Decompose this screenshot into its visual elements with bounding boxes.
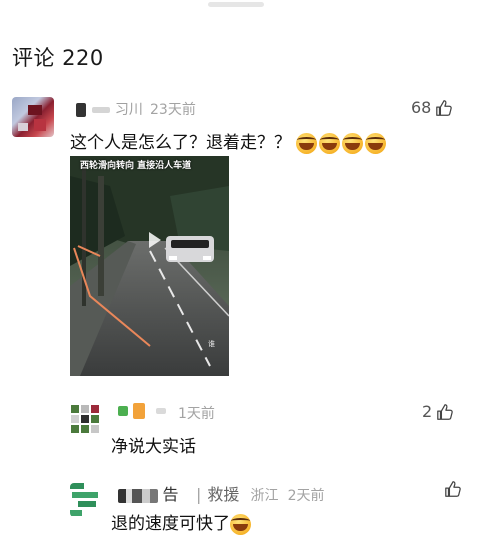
username-text: 习川 [114,102,143,118]
comments-header: 评论 220 [12,46,104,70]
like-button[interactable] [440,480,462,498]
comment-meta: | 救援 浙江 2天前 [190,481,325,505]
comment-text: 净说大实话 [111,437,196,457]
comment-text-content: 这个人是怎么了？退着走？？ [70,133,291,153]
avatar[interactable] [70,404,104,438]
laughing-crying-emoji [365,132,387,154]
laughing-crying-emoji [319,132,341,154]
comment-text-content: 退的速度可快了 [111,514,230,534]
username-text: 告 [162,485,179,504]
avatar[interactable] [12,97,54,137]
avatar[interactable] [70,483,104,517]
comment-username[interactable] [118,403,166,419]
like-button[interactable]: 2 [422,402,454,421]
comment-time: 2天前 [287,488,325,504]
divider: | [196,485,202,504]
thumbs-up-icon [445,481,461,497]
comment-text: 这个人是怎么了？退着走？？ [70,128,388,154]
laughing-crying-emoji [342,132,364,154]
comment-username[interactable]: 习川 [76,99,143,119]
user-badge: 救援 [207,485,240,504]
comment-time: 23天前 [150,102,196,118]
video-caption: 西轮滑向转向 直接沿人车道 [80,161,192,171]
like-button[interactable]: 68 [411,98,453,117]
sheet-drag-handle[interactable] [208,2,264,7]
like-count: 2 [422,402,433,421]
comment-text: 退的速度可快了 [111,509,253,535]
comment-time: 1天前 [178,406,215,422]
svg-text:谁: 谁 [208,339,215,348]
comment-location: 浙江 [250,488,279,504]
comment-username[interactable]: 告 [118,481,178,505]
comment-video-thumbnail[interactable]: 谁 西轮滑向转向 直接沿人车道 [70,156,229,376]
like-count: 68 [411,98,432,117]
thumbs-up-icon [437,403,453,420]
thumbs-up-icon [436,99,453,116]
laughing-crying-emoji [230,513,251,535]
laughing-crying-emoji [296,132,318,154]
street-scene-image: 谁 [70,156,229,376]
